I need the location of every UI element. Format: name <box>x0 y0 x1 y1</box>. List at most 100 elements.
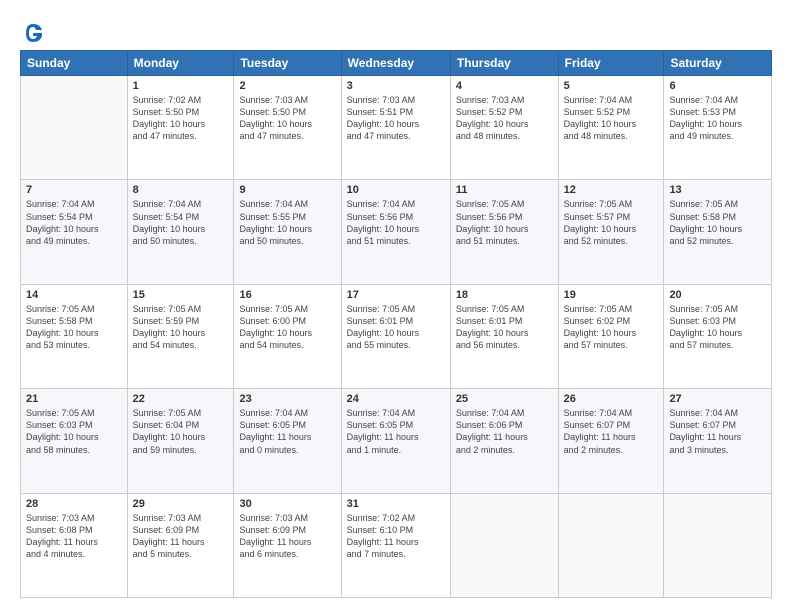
calendar-cell: 29 Sunrise: 7:03 AM Sunset: 6:09 PM Dayli… <box>127 493 234 597</box>
day-number: 21 <box>26 393 122 405</box>
day-number: 22 <box>133 393 229 405</box>
cell-content: Sunrise: 7:05 AM Sunset: 6:03 PM Dayligh… <box>669 303 766 352</box>
day-number: 4 <box>456 80 553 92</box>
cell-content: Sunrise: 7:03 AM Sunset: 6:08 PM Dayligh… <box>26 512 122 561</box>
calendar-cell: 20 Sunrise: 7:05 AM Sunset: 6:03 PM Dayli… <box>664 284 772 388</box>
day-number: 17 <box>347 289 445 301</box>
cell-content: Sunrise: 7:04 AM Sunset: 5:56 PM Dayligh… <box>347 198 445 247</box>
logo <box>20 22 44 42</box>
cell-content: Sunrise: 7:05 AM Sunset: 5:59 PM Dayligh… <box>133 303 229 352</box>
calendar-cell: 7 Sunrise: 7:04 AM Sunset: 5:54 PM Daylig… <box>21 180 128 284</box>
day-number: 12 <box>564 184 659 196</box>
day-header-thursday: Thursday <box>450 51 558 76</box>
day-number: 13 <box>669 184 766 196</box>
calendar-cell: 24 Sunrise: 7:04 AM Sunset: 6:05 PM Dayli… <box>341 389 450 493</box>
cell-content: Sunrise: 7:04 AM Sunset: 5:54 PM Dayligh… <box>133 198 229 247</box>
calendar-header-row: SundayMondayTuesdayWednesdayThursdayFrid… <box>21 51 772 76</box>
cell-content: Sunrise: 7:04 AM Sunset: 6:07 PM Dayligh… <box>564 407 659 456</box>
calendar-week-3: 14 Sunrise: 7:05 AM Sunset: 5:58 PM Dayli… <box>21 284 772 388</box>
calendar-cell: 16 Sunrise: 7:05 AM Sunset: 6:00 PM Dayli… <box>234 284 341 388</box>
calendar-week-2: 7 Sunrise: 7:04 AM Sunset: 5:54 PM Daylig… <box>21 180 772 284</box>
day-number: 28 <box>26 498 122 510</box>
cell-content: Sunrise: 7:04 AM Sunset: 6:05 PM Dayligh… <box>239 407 335 456</box>
calendar-cell: 17 Sunrise: 7:05 AM Sunset: 6:01 PM Dayli… <box>341 284 450 388</box>
day-number: 24 <box>347 393 445 405</box>
cell-content: Sunrise: 7:02 AM Sunset: 6:10 PM Dayligh… <box>347 512 445 561</box>
calendar-cell: 15 Sunrise: 7:05 AM Sunset: 5:59 PM Dayli… <box>127 284 234 388</box>
day-header-tuesday: Tuesday <box>234 51 341 76</box>
day-number: 15 <box>133 289 229 301</box>
calendar-week-4: 21Sunrise: 7:05 AM Sunset: 6:03 PM Dayli… <box>21 389 772 493</box>
calendar-cell: 11 Sunrise: 7:05 AM Sunset: 5:56 PM Dayli… <box>450 180 558 284</box>
cell-content: Sunrise: 7:05 AM Sunset: 5:58 PM Dayligh… <box>669 198 766 247</box>
cell-content: Sunrise: 7:05 AM Sunset: 5:58 PM Dayligh… <box>26 303 122 352</box>
day-number: 31 <box>347 498 445 510</box>
calendar-cell: 19Sunrise: 7:05 AM Sunset: 6:02 PM Dayli… <box>558 284 664 388</box>
calendar-week-5: 28 Sunrise: 7:03 AM Sunset: 6:08 PM Dayli… <box>21 493 772 597</box>
cell-content: Sunrise: 7:04 AM Sunset: 6:06 PM Dayligh… <box>456 407 553 456</box>
cell-content: Sunrise: 7:04 AM Sunset: 5:53 PM Dayligh… <box>669 94 766 143</box>
calendar-cell: 21Sunrise: 7:05 AM Sunset: 6:03 PM Dayli… <box>21 389 128 493</box>
day-number: 20 <box>669 289 766 301</box>
cell-content: Sunrise: 7:05 AM Sunset: 6:01 PM Dayligh… <box>456 303 553 352</box>
calendar-cell: 2Sunrise: 7:03 AM Sunset: 5:50 PM Daylig… <box>234 76 341 180</box>
calendar-cell: 14 Sunrise: 7:05 AM Sunset: 5:58 PM Dayli… <box>21 284 128 388</box>
calendar-cell: 9 Sunrise: 7:04 AM Sunset: 5:55 PM Daylig… <box>234 180 341 284</box>
calendar-cell <box>664 493 772 597</box>
calendar-cell: 10 Sunrise: 7:04 AM Sunset: 5:56 PM Dayli… <box>341 180 450 284</box>
day-header-friday: Friday <box>558 51 664 76</box>
cell-content: Sunrise: 7:05 AM Sunset: 6:00 PM Dayligh… <box>239 303 335 352</box>
calendar-cell: 4Sunrise: 7:03 AM Sunset: 5:52 PM Daylig… <box>450 76 558 180</box>
cell-content: Sunrise: 7:05 AM Sunset: 5:57 PM Dayligh… <box>564 198 659 247</box>
cell-content: Sunrise: 7:04 AM Sunset: 6:07 PM Dayligh… <box>669 407 766 456</box>
day-number: 6 <box>669 80 766 92</box>
cell-content: Sunrise: 7:05 AM Sunset: 6:01 PM Dayligh… <box>347 303 445 352</box>
day-number: 1 <box>133 80 229 92</box>
cell-content: Sunrise: 7:03 AM Sunset: 6:09 PM Dayligh… <box>133 512 229 561</box>
cell-content: Sunrise: 7:05 AM Sunset: 6:04 PM Dayligh… <box>133 407 229 456</box>
calendar-cell: 13 Sunrise: 7:05 AM Sunset: 5:58 PM Dayli… <box>664 180 772 284</box>
calendar-cell: 23 Sunrise: 7:04 AM Sunset: 6:05 PM Dayli… <box>234 389 341 493</box>
day-number: 3 <box>347 80 445 92</box>
day-number: 25 <box>456 393 553 405</box>
cell-content: Sunrise: 7:04 AM Sunset: 5:52 PM Dayligh… <box>564 94 659 143</box>
day-number: 23 <box>239 393 335 405</box>
calendar-cell: 12 Sunrise: 7:05 AM Sunset: 5:57 PM Dayli… <box>558 180 664 284</box>
calendar-cell <box>450 493 558 597</box>
cell-content: Sunrise: 7:03 AM Sunset: 5:51 PM Dayligh… <box>347 94 445 143</box>
cell-content: Sunrise: 7:04 AM Sunset: 6:05 PM Dayligh… <box>347 407 445 456</box>
day-number: 16 <box>239 289 335 301</box>
day-header-saturday: Saturday <box>664 51 772 76</box>
cell-content: Sunrise: 7:03 AM Sunset: 6:09 PM Dayligh… <box>239 512 335 561</box>
day-number: 27 <box>669 393 766 405</box>
cell-content: Sunrise: 7:02 AM Sunset: 5:50 PM Dayligh… <box>133 94 229 143</box>
calendar-cell: 25 Sunrise: 7:04 AM Sunset: 6:06 PM Dayli… <box>450 389 558 493</box>
day-number: 7 <box>26 184 122 196</box>
page: SundayMondayTuesdayWednesdayThursdayFrid… <box>0 0 792 612</box>
day-header-wednesday: Wednesday <box>341 51 450 76</box>
day-number: 10 <box>347 184 445 196</box>
calendar-cell: 22 Sunrise: 7:05 AM Sunset: 6:04 PM Dayli… <box>127 389 234 493</box>
day-header-sunday: Sunday <box>21 51 128 76</box>
calendar-cell: 6 Sunrise: 7:04 AM Sunset: 5:53 PM Daylig… <box>664 76 772 180</box>
day-number: 26 <box>564 393 659 405</box>
calendar-table: SundayMondayTuesdayWednesdayThursdayFrid… <box>20 50 772 598</box>
calendar-cell: 26 Sunrise: 7:04 AM Sunset: 6:07 PM Dayli… <box>558 389 664 493</box>
calendar-cell: 5Sunrise: 7:04 AM Sunset: 5:52 PM Daylig… <box>558 76 664 180</box>
day-number: 11 <box>456 184 553 196</box>
calendar-cell: 8 Sunrise: 7:04 AM Sunset: 5:54 PM Daylig… <box>127 180 234 284</box>
calendar-cell: 3 Sunrise: 7:03 AM Sunset: 5:51 PM Daylig… <box>341 76 450 180</box>
cell-content: Sunrise: 7:05 AM Sunset: 6:02 PM Dayligh… <box>564 303 659 352</box>
day-number: 14 <box>26 289 122 301</box>
cell-content: Sunrise: 7:04 AM Sunset: 5:55 PM Dayligh… <box>239 198 335 247</box>
cell-content: Sunrise: 7:04 AM Sunset: 5:54 PM Dayligh… <box>26 198 122 247</box>
calendar-cell <box>558 493 664 597</box>
calendar-cell: 1 Sunrise: 7:02 AM Sunset: 5:50 PM Daylig… <box>127 76 234 180</box>
calendar-cell: 30 Sunrise: 7:03 AM Sunset: 6:09 PM Dayli… <box>234 493 341 597</box>
day-number: 8 <box>133 184 229 196</box>
day-number: 30 <box>239 498 335 510</box>
day-number: 29 <box>133 498 229 510</box>
day-number: 9 <box>239 184 335 196</box>
cell-content: Sunrise: 7:05 AM Sunset: 5:56 PM Dayligh… <box>456 198 553 247</box>
day-number: 18 <box>456 289 553 301</box>
